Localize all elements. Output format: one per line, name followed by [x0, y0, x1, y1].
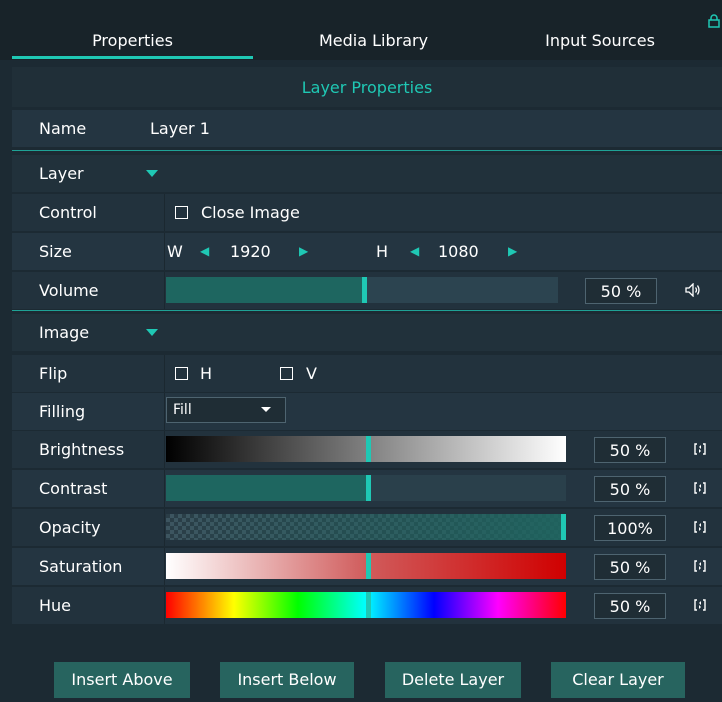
opacity-slider[interactable] — [166, 514, 566, 540]
contrast-label: Contrast — [39, 479, 108, 498]
column-separator — [164, 509, 165, 546]
hue-label: Hue — [39, 596, 72, 615]
layer-properties-panel: Properties Media Library Input Sources L… — [0, 0, 722, 702]
image-section-label: Image — [39, 323, 90, 342]
column-separator — [164, 431, 165, 468]
contrast-slider[interactable] — [166, 475, 566, 501]
caret-down-icon[interactable] — [146, 170, 158, 177]
contrast-row: Contrast 50 % — [12, 470, 722, 507]
width-value[interactable]: 1920 — [230, 233, 271, 270]
flip-vertical-label: V — [306, 364, 317, 383]
brightness-slider[interactable] — [166, 436, 566, 462]
divider — [12, 310, 722, 311]
volume-row: Volume 50 % — [12, 272, 722, 309]
filling-row: Filling Fill — [12, 393, 722, 430]
layer-name-value[interactable]: Layer 1 — [150, 110, 210, 147]
height-label: H — [376, 242, 389, 261]
brightness-slider-thumb[interactable] — [366, 436, 371, 462]
opacity-slider-thumb[interactable] — [561, 514, 566, 540]
name-row: Name Layer 1 — [12, 110, 722, 147]
column-separator — [164, 194, 165, 231]
size-row: Size W ◀ 1920 ▶ H ◀ 1080 ▶ — [12, 233, 722, 270]
volume-percent[interactable]: 50 % — [585, 278, 657, 304]
flip-horizontal-label: H — [200, 364, 213, 383]
reset-icon[interactable] — [693, 481, 707, 495]
column-separator — [164, 355, 165, 392]
column-separator — [164, 548, 165, 585]
insert-above-button[interactable]: Insert Above — [54, 662, 190, 698]
layer-section-label: Layer — [39, 164, 84, 183]
lock-icon[interactable] — [708, 14, 720, 28]
column-separator — [164, 272, 165, 309]
tab-bar: Properties Media Library Input Sources — [0, 0, 722, 60]
saturation-label: Saturation — [39, 557, 123, 576]
image-section-header[interactable]: Image — [12, 314, 722, 351]
saturation-row: Saturation 50 % — [12, 548, 722, 585]
tab-media-library[interactable]: Media Library — [253, 0, 494, 60]
insert-below-button[interactable]: Insert Below — [220, 662, 354, 698]
width-increase-icon[interactable]: ▶ — [299, 233, 308, 270]
filling-selected-value: Fill — [173, 402, 192, 418]
saturation-slider-thumb[interactable] — [366, 553, 371, 579]
reset-icon[interactable] — [693, 598, 707, 612]
close-image-label: Close Image — [201, 203, 300, 222]
size-label: Size — [39, 242, 72, 261]
filling-select[interactable]: Fill — [166, 397, 286, 423]
width-decrease-icon[interactable]: ◀ — [200, 233, 209, 270]
contrast-fill — [166, 475, 366, 501]
flip-vertical-checkbox[interactable] — [280, 367, 293, 380]
height-value[interactable]: 1080 — [438, 233, 479, 270]
layer-section-header[interactable]: Layer — [12, 155, 722, 192]
saturation-percent[interactable]: 50 % — [594, 554, 666, 580]
speaker-icon[interactable] — [685, 283, 701, 297]
reset-icon[interactable] — [693, 442, 707, 456]
tab-properties[interactable]: Properties — [12, 0, 253, 60]
panel-title: Layer Properties — [12, 67, 722, 107]
control-row: Control Close Image — [12, 194, 722, 231]
width-label: W — [167, 242, 183, 261]
column-separator — [164, 470, 165, 507]
volume-label: Volume — [39, 281, 99, 300]
contrast-percent[interactable]: 50 % — [594, 476, 666, 502]
brightness-row: Brightness 50 % — [12, 431, 722, 468]
hue-percent[interactable]: 50 % — [594, 593, 666, 619]
brightness-percent[interactable]: 50 % — [594, 437, 666, 463]
name-label: Name — [39, 119, 87, 138]
opacity-percent[interactable]: 100% — [594, 515, 666, 541]
column-separator — [164, 587, 165, 624]
hue-row: Hue 50 % — [12, 587, 722, 624]
opacity-row: Opacity 100% — [12, 509, 722, 546]
volume-slider-thumb[interactable] — [362, 277, 367, 303]
flip-horizontal-checkbox[interactable] — [175, 367, 188, 380]
tab-input-sources[interactable]: Input Sources — [494, 0, 706, 60]
delete-layer-button[interactable]: Delete Layer — [385, 662, 521, 698]
column-separator — [164, 233, 165, 270]
filling-label: Filling — [39, 402, 86, 421]
volume-slider[interactable] — [166, 277, 558, 303]
brightness-label: Brightness — [39, 440, 125, 459]
saturation-slider[interactable] — [166, 553, 566, 579]
opacity-label: Opacity — [39, 518, 101, 537]
divider — [12, 150, 722, 151]
flip-label: Flip — [39, 364, 68, 383]
height-decrease-icon[interactable]: ◀ — [410, 233, 419, 270]
contrast-slider-thumb[interactable] — [366, 475, 371, 501]
active-tab-indicator — [12, 56, 253, 59]
reset-icon[interactable] — [693, 559, 707, 573]
hue-slider[interactable] — [166, 592, 566, 618]
column-separator — [164, 393, 165, 430]
clear-layer-button[interactable]: Clear Layer — [551, 662, 685, 698]
caret-down-icon[interactable] — [146, 329, 158, 336]
hue-slider-thumb[interactable] — [366, 592, 371, 618]
height-increase-icon[interactable]: ▶ — [508, 233, 517, 270]
volume-fill — [166, 277, 362, 303]
flip-row: Flip H V — [12, 355, 722, 392]
control-label: Control — [39, 203, 97, 222]
reset-icon[interactable] — [693, 520, 707, 534]
chevron-down-icon — [261, 407, 271, 412]
close-image-checkbox[interactable] — [175, 206, 188, 219]
